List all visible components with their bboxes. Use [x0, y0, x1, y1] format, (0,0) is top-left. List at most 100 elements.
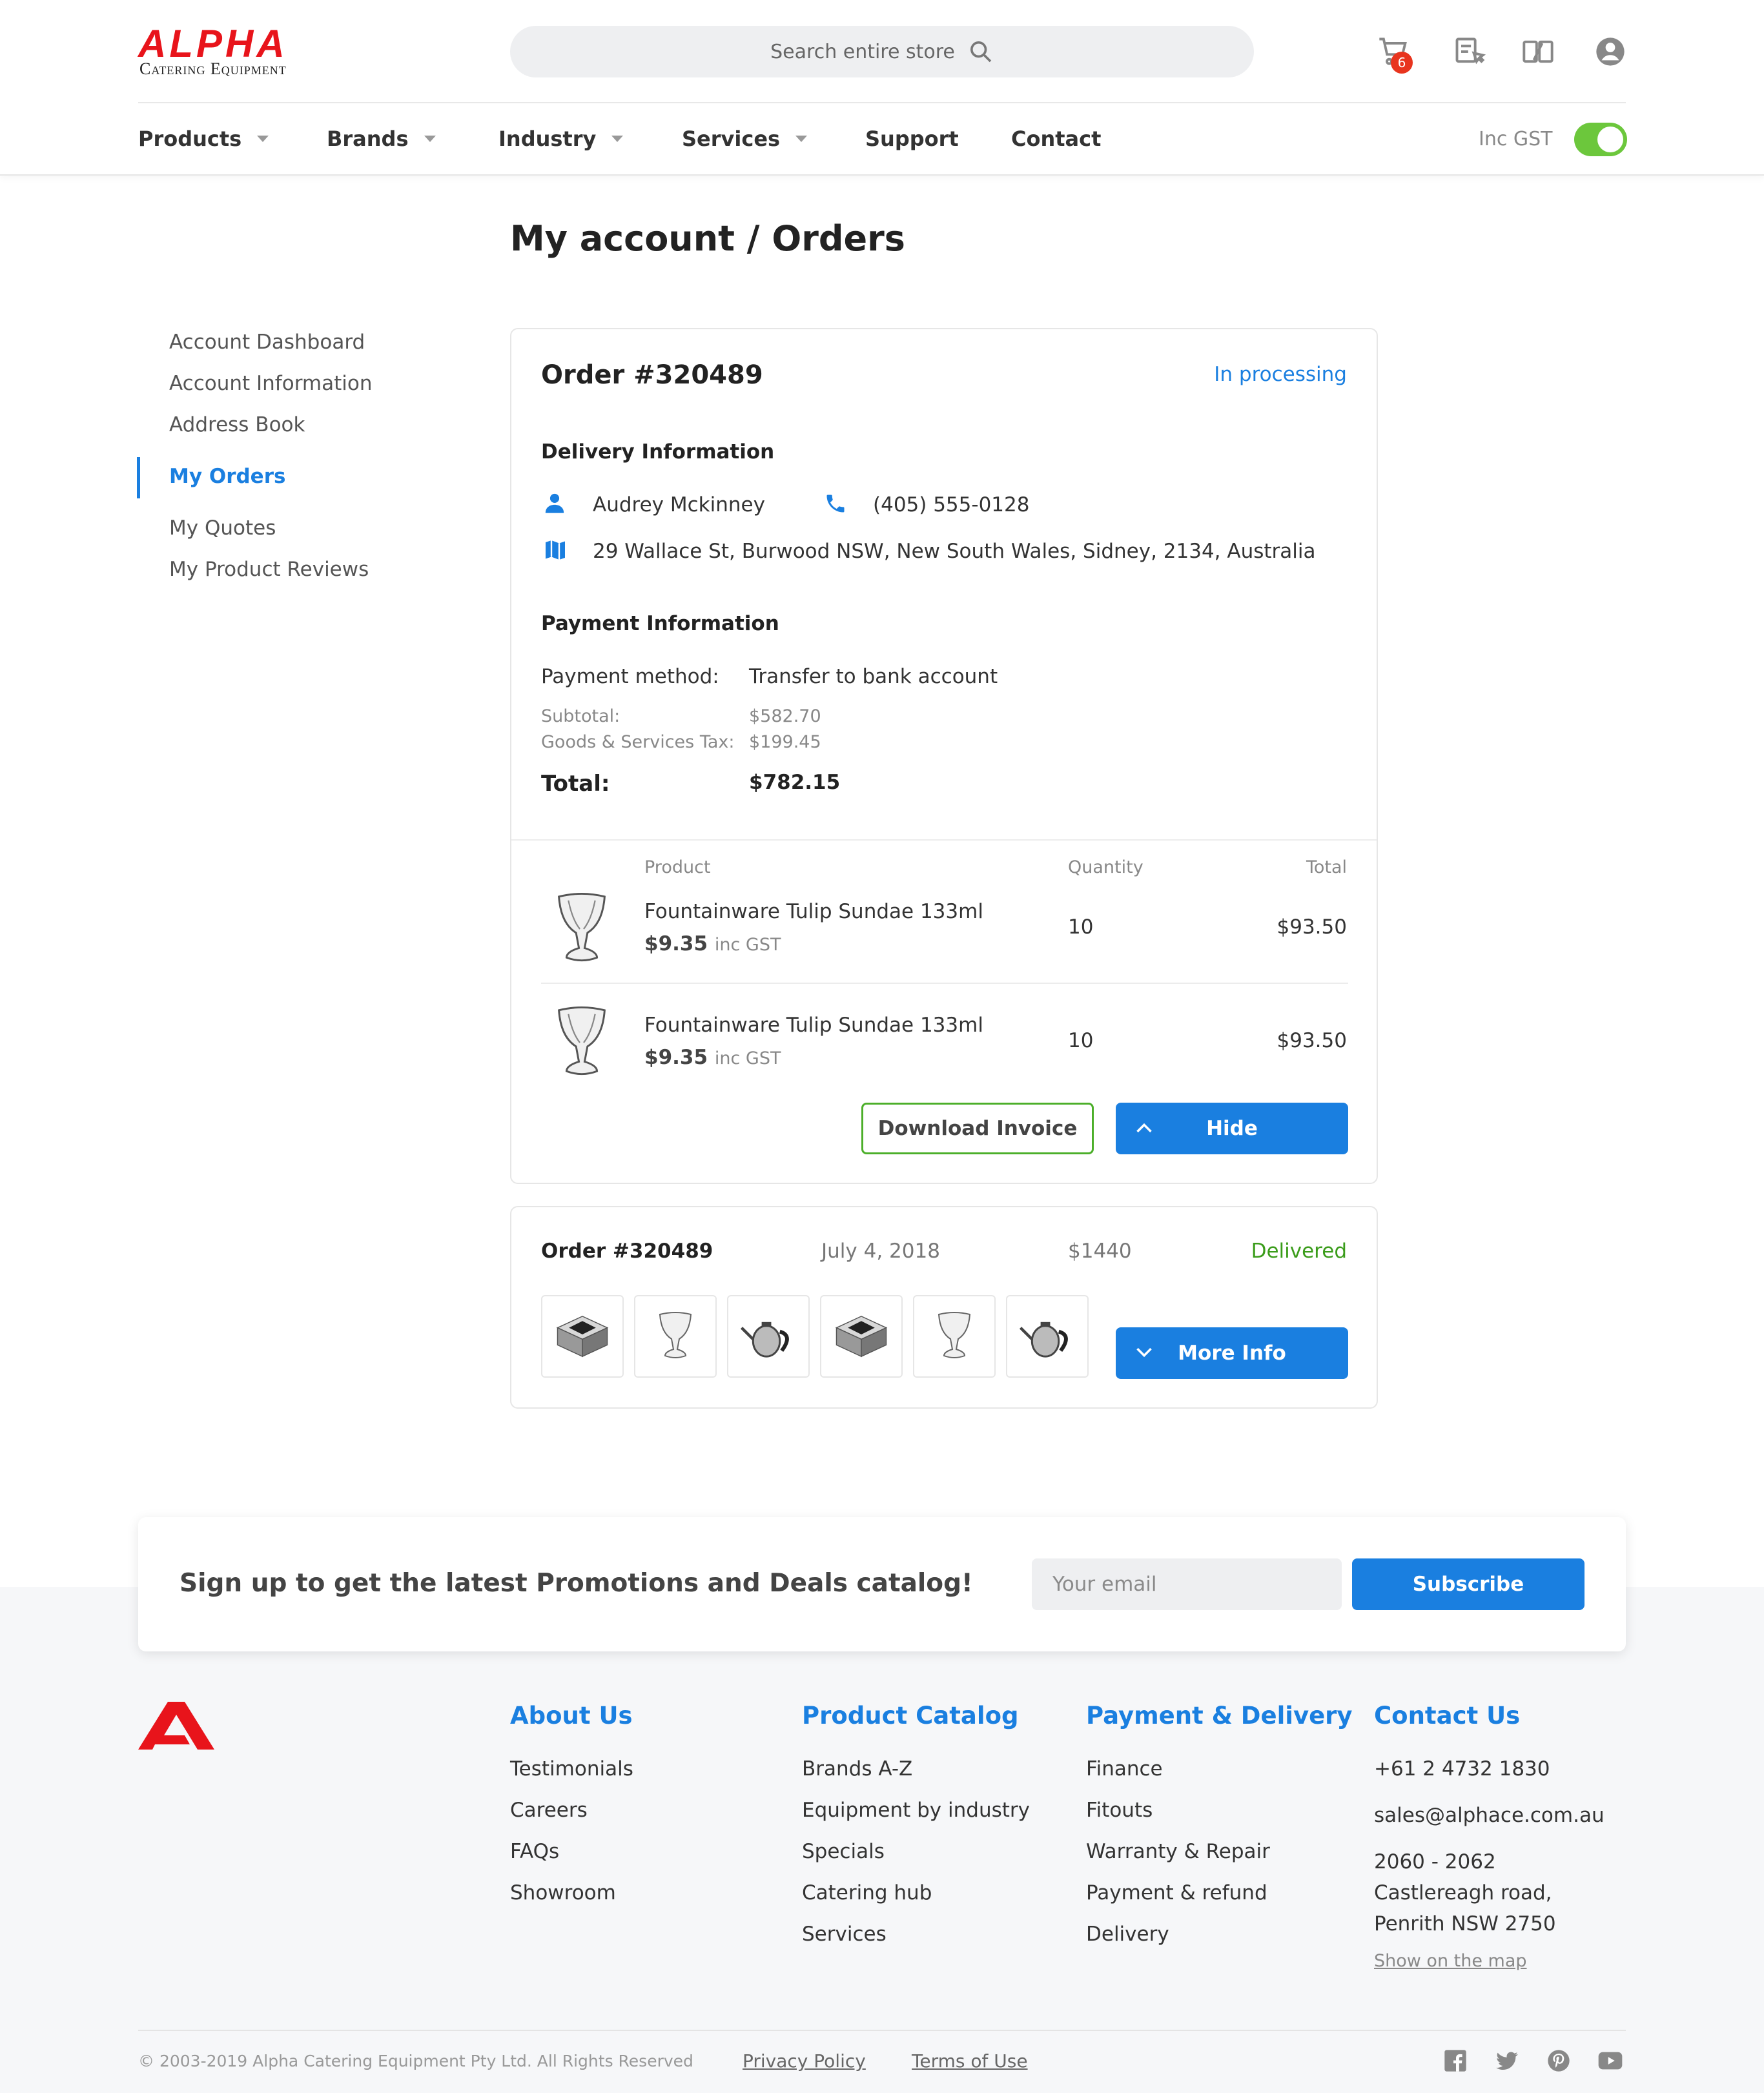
footer-address-line2: Castlereagh road,: [1374, 1881, 1552, 1904]
map-icon: [546, 540, 565, 560]
brand-logo[interactable]: ALPHA: [138, 25, 288, 63]
quote-list-icon[interactable]: [1453, 35, 1486, 68]
phone-icon: [826, 495, 845, 513]
total-label: Total:: [541, 771, 610, 797]
col-head-product: Product: [644, 857, 711, 877]
footer-logo-icon[interactable]: [138, 1702, 214, 1750]
footer-contact-email[interactable]: sales@alphace.com.au: [1374, 1804, 1605, 1827]
footer-link-finance[interactable]: Finance: [1086, 1757, 1163, 1781]
youtube-icon[interactable]: [1597, 2048, 1623, 2074]
nav-products[interactable]: Products: [138, 127, 269, 151]
footer-link-faqs[interactable]: FAQs: [510, 1840, 559, 1863]
product-thumbnail-induction-cooker[interactable]: [541, 1295, 624, 1378]
twitter-icon[interactable]: [1494, 2048, 1520, 2074]
sidebar-item-address-book[interactable]: Address Book: [169, 413, 305, 436]
footer-link-fitouts[interactable]: Fitouts: [1086, 1799, 1153, 1822]
terms-of-use-link[interactable]: Terms of Use: [912, 2050, 1028, 2072]
nav-contact[interactable]: Contact: [1011, 127, 1101, 151]
footer-address-line3: Penrith NSW 2750: [1374, 1912, 1556, 1935]
sidebar-item-my-orders[interactable]: My Orders: [169, 465, 285, 488]
tax-label: Goods & Services Tax:: [541, 732, 735, 752]
footer-link-warranty-repair[interactable]: Warranty & Repair: [1086, 1840, 1270, 1863]
product-thumbnail-sundae-glass[interactable]: [634, 1295, 717, 1378]
footer-link-showroom[interactable]: Showroom: [510, 1881, 616, 1904]
product-quantity: 10: [1068, 915, 1094, 939]
chevron-up-icon: [1136, 1123, 1152, 1133]
sidebar-item-my-quotes[interactable]: My Quotes: [169, 516, 276, 540]
col-head-total: Total: [1306, 857, 1347, 877]
gst-toggle-label: Inc GST: [1479, 128, 1553, 150]
tax-value: $199.45: [749, 732, 821, 752]
product-price: $9.35 inc GST: [644, 1046, 781, 1069]
compare-icon[interactable]: [1521, 35, 1555, 68]
row-divider: [541, 983, 1348, 984]
product-total: $93.50: [1277, 915, 1347, 939]
footer-address-line1: 2060 - 2062: [1374, 1850, 1496, 1873]
product-price: $9.35 inc GST: [644, 932, 781, 955]
chevron-down-icon: [1136, 1347, 1152, 1358]
product-thumbnail-induction-cooker[interactable]: [820, 1295, 903, 1378]
footer-link-testimonials[interactable]: Testimonials: [510, 1757, 633, 1781]
sundae-glass-image: [558, 893, 606, 962]
product-thumbnail-sundae-glass[interactable]: [913, 1295, 996, 1378]
pinterest-icon[interactable]: [1546, 2048, 1572, 2074]
search-bar[interactable]: Search entire store: [510, 26, 1254, 77]
section-divider: [511, 839, 1377, 841]
payment-method-value: Transfer to bank account: [749, 665, 998, 688]
footer-link-services[interactable]: Services: [802, 1923, 887, 1946]
order-date: July 4, 2018: [821, 1240, 940, 1263]
site-header: ALPHA Catering Equipment Search entire s…: [0, 0, 1764, 176]
newsletter-text: Sign up to get the latest Promotions and…: [179, 1569, 973, 1598]
footer-link-payment-refund[interactable]: Payment & refund: [1086, 1881, 1267, 1904]
toggle-knob: [1597, 127, 1623, 152]
search-placeholder: Search entire store: [770, 40, 955, 63]
footer-link-catering-hub[interactable]: Catering hub: [802, 1881, 932, 1904]
product-name[interactable]: Fountainware Tulip Sundae 133ml: [644, 1014, 983, 1037]
order-status: In processing: [1214, 363, 1347, 386]
nav-brands[interactable]: Brands: [327, 127, 436, 151]
footer-contact-phone[interactable]: +61 2 4732 1830: [1374, 1757, 1550, 1781]
product-name[interactable]: Fountainware Tulip Sundae 133ml: [644, 900, 983, 923]
more-info-button[interactable]: More Info: [1116, 1327, 1348, 1379]
nav-industry[interactable]: Industry: [498, 127, 624, 151]
col-head-quantity: Quantity: [1068, 857, 1144, 877]
customer-phone: (405) 555-0128: [873, 493, 1030, 516]
footer-link-specials[interactable]: Specials: [802, 1840, 885, 1863]
privacy-policy-link[interactable]: Privacy Policy: [743, 2050, 866, 2072]
payment-heading: Payment Information: [541, 612, 779, 635]
download-invoice-button[interactable]: Download Invoice: [861, 1103, 1094, 1154]
product-thumbnail-teapot[interactable]: [1006, 1295, 1089, 1378]
order-card-collapsed: Order #320489 July 4, 2018 $1440 Deliver…: [510, 1206, 1378, 1409]
brand-tagline: Catering Equipment: [139, 59, 287, 78]
footer-heading-payment: Payment & Delivery: [1086, 1702, 1353, 1730]
nav-services[interactable]: Services: [682, 127, 808, 151]
show-on-map-link[interactable]: Show on the map: [1374, 1951, 1527, 1971]
search-icon[interactable]: [968, 39, 994, 65]
gst-toggle[interactable]: [1574, 123, 1627, 156]
subscribe-button[interactable]: Subscribe: [1352, 1558, 1585, 1610]
order-number: Order #320489: [541, 1240, 713, 1263]
sidebar-item-account-information[interactable]: Account Information: [169, 372, 372, 395]
order-number: Order #320489: [541, 360, 763, 390]
newsletter-email-input[interactable]: [1032, 1558, 1342, 1610]
delivery-address: 29 Wallace St, Burwood NSW, New South Wa…: [593, 540, 1316, 563]
nav-support[interactable]: Support: [865, 127, 959, 151]
footer-link-careers[interactable]: Careers: [510, 1799, 588, 1822]
sundae-glass-image: [558, 1006, 606, 1076]
footer-heading-contact: Contact Us: [1374, 1702, 1521, 1730]
sidebar-item-account-dashboard[interactable]: Account Dashboard: [169, 331, 365, 354]
footer-link-brands-az[interactable]: Brands A-Z: [802, 1757, 912, 1781]
page-title: My account / Orders: [510, 218, 905, 259]
chevron-down-icon: [611, 136, 624, 142]
facebook-icon[interactable]: [1442, 2048, 1468, 2074]
sidebar-item-my-product-reviews[interactable]: My Product Reviews: [169, 558, 369, 581]
order-status: Delivered: [1251, 1240, 1347, 1263]
footer-link-equipment-by-industry[interactable]: Equipment by industry: [802, 1799, 1030, 1822]
product-total: $93.50: [1277, 1029, 1347, 1052]
footer-link-delivery[interactable]: Delivery: [1086, 1923, 1169, 1946]
hide-button[interactable]: Hide: [1116, 1103, 1348, 1154]
product-thumbnail-teapot[interactable]: [727, 1295, 810, 1378]
user-account-icon[interactable]: [1594, 35, 1627, 68]
subtotal-label: Subtotal:: [541, 706, 620, 726]
delivery-heading: Delivery Information: [541, 440, 775, 464]
